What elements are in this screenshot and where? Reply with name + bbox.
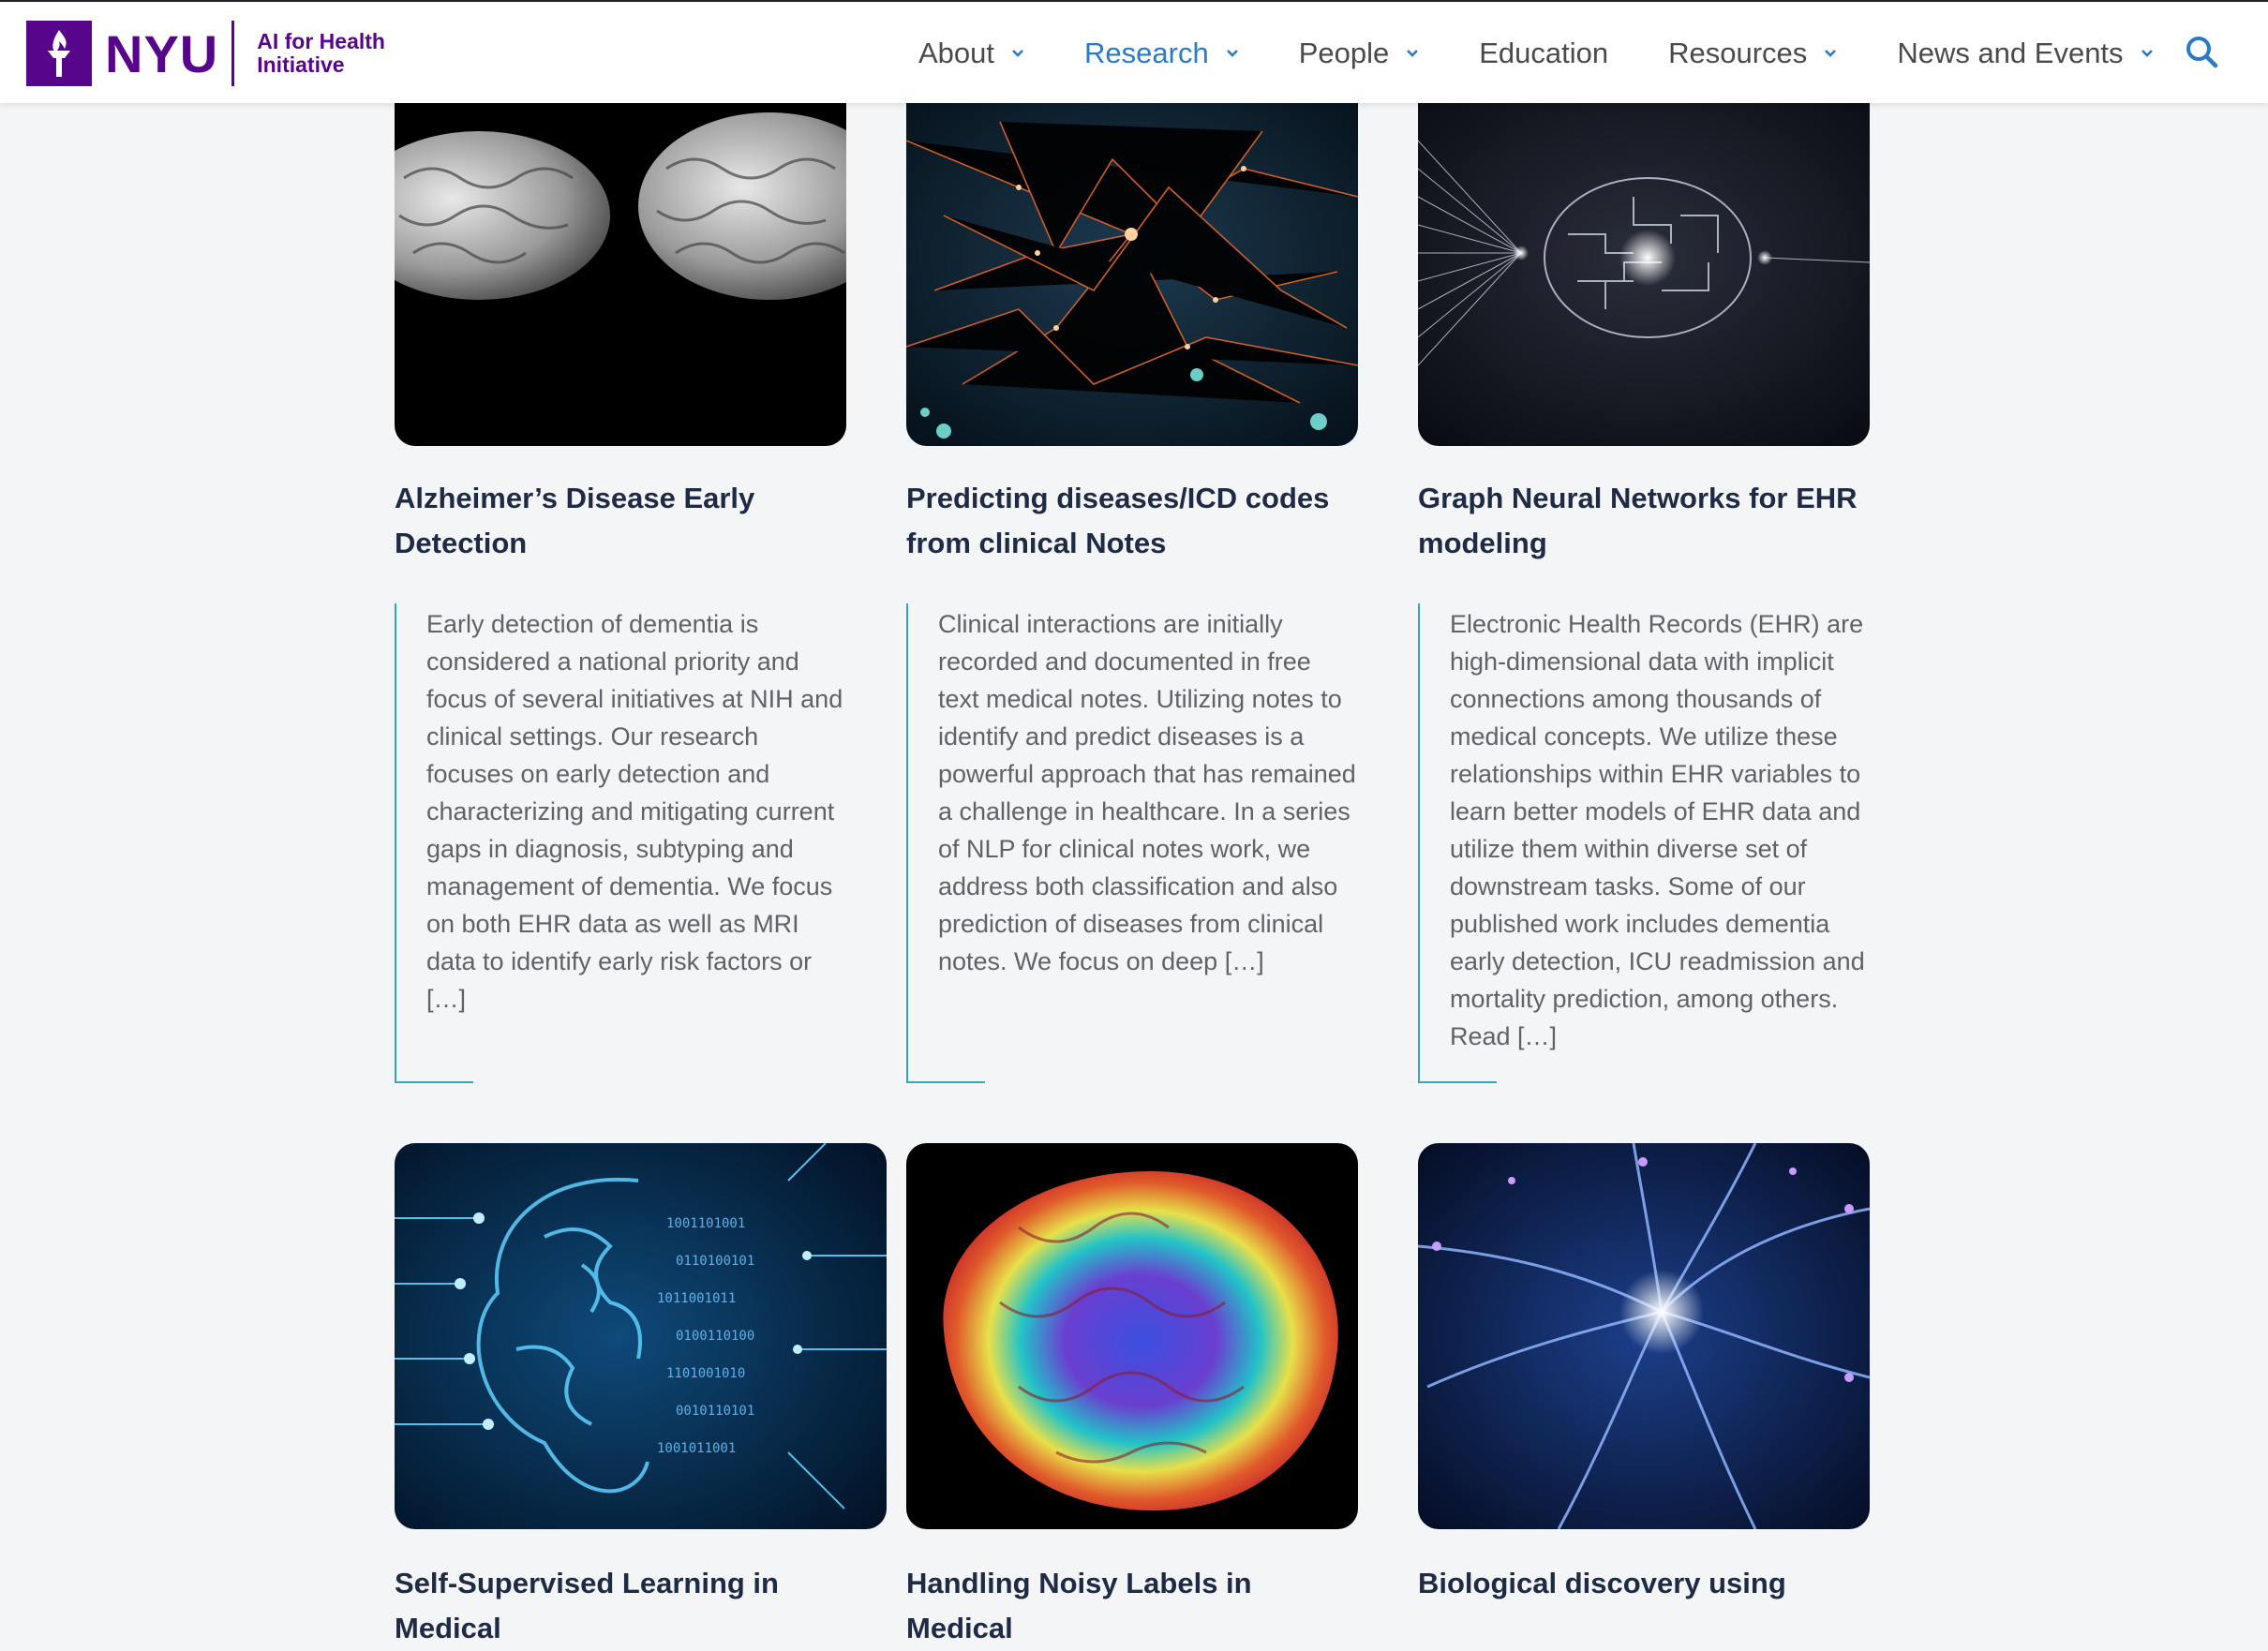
card-title[interactable]: Graph Neural Networks for EHR modeling bbox=[1418, 476, 1870, 566]
initiative-line2: Initiative bbox=[257, 52, 345, 77]
nav-item-resources[interactable]: Resources bbox=[1668, 37, 1837, 70]
card-title[interactable]: Biological discovery using bbox=[1418, 1561, 1870, 1606]
nav-item-about[interactable]: About bbox=[918, 37, 1024, 70]
chevron-down-icon bbox=[2141, 50, 2153, 57]
nav-item-people[interactable]: People bbox=[1299, 37, 1420, 70]
search-button[interactable] bbox=[2184, 34, 2221, 71]
card-image-link[interactable] bbox=[906, 103, 1358, 446]
card-description: Clinical interactions are initially reco… bbox=[906, 603, 1358, 1083]
logo-wordmark: NYU bbox=[105, 23, 219, 83]
card-image-link[interactable]: 1001101001 0110100101 1011001011 010011010… bbox=[395, 1143, 887, 1529]
svg-text:0010110101: 0010110101 bbox=[676, 1404, 754, 1419]
logo-divider bbox=[231, 21, 235, 86]
card-title[interactable]: Handling Noisy Labels in Medical bbox=[906, 1561, 1358, 1651]
svg-text:1001101001: 1001101001 bbox=[666, 1216, 745, 1231]
card-image-link[interactable] bbox=[1418, 1143, 1870, 1529]
card-title-line: Self-Supervised Learning in Medical bbox=[395, 1567, 779, 1644]
card-description: Early detection of dementia is considere… bbox=[395, 603, 846, 1083]
card-image-link[interactable] bbox=[1418, 103, 1870, 446]
card-title-line: Alzheimer’s Disease Early bbox=[395, 482, 755, 514]
site-header: NYU AI for Health Initiative About Resea… bbox=[0, 0, 2268, 103]
card-description-text: Electronic Health Records (EHR) are high… bbox=[1450, 610, 1865, 1050]
card-description-text: Clinical interactions are initially reco… bbox=[938, 610, 1356, 975]
network-graphic bbox=[906, 103, 1358, 446]
brain-heatmap-graphic bbox=[906, 1143, 1358, 1529]
description-underline bbox=[908, 1081, 985, 1083]
card-title[interactable]: Self-Supervised Learning in Medical bbox=[395, 1561, 887, 1651]
svg-text:0100110100: 0100110100 bbox=[676, 1329, 754, 1344]
card-title-line: from clinical Notes bbox=[906, 527, 1167, 559]
svg-text:0110100101: 0110100101 bbox=[676, 1254, 754, 1269]
site-logo[interactable]: NYU AI for Health Initiative bbox=[26, 21, 385, 86]
nav-item-news-and-events[interactable]: News and Events bbox=[1897, 37, 2153, 70]
chevron-down-icon bbox=[1226, 50, 1238, 57]
initiative-line1: AI for Health bbox=[257, 29, 385, 53]
card-title-line: Graph Neural Networks for EHR bbox=[1418, 482, 1858, 514]
brain-photo bbox=[395, 103, 846, 446]
card-title-line: modeling bbox=[1418, 527, 1547, 559]
card-title-line: Predicting diseases/ICD codes bbox=[906, 482, 1330, 514]
nav-label-education: Education bbox=[1479, 37, 1609, 69]
chevron-down-icon bbox=[1825, 50, 1837, 57]
svg-text:1011001011: 1011001011 bbox=[657, 1291, 736, 1306]
nav-label-news-and-events: News and Events bbox=[1897, 37, 2124, 69]
data-neuron-graphic bbox=[1418, 1143, 1870, 1529]
nav-item-research[interactable]: Research bbox=[1084, 37, 1239, 70]
card-image-link[interactable] bbox=[906, 1143, 1358, 1529]
initiative-name: AI for Health Initiative bbox=[257, 30, 385, 77]
svg-text:1001011001: 1001011001 bbox=[657, 1441, 736, 1456]
digital-brain-graphic: 1001101001 0110100101 1011001011 010011010… bbox=[395, 1143, 887, 1529]
search-icon bbox=[2186, 37, 2218, 68]
nav-label-about: About bbox=[918, 37, 995, 69]
card-title-line: Biological discovery using bbox=[1418, 1567, 1786, 1599]
main-nav: About Research People Education Resource… bbox=[918, 2, 2154, 105]
description-underline bbox=[1420, 1081, 1497, 1083]
card-title[interactable]: Predicting diseases/ICD codes from clini… bbox=[906, 476, 1358, 566]
card-description-text: Early detection of dementia is considere… bbox=[426, 610, 843, 1013]
nav-label-resources: Resources bbox=[1668, 37, 1808, 69]
card-description: Electronic Health Records (EHR) are high… bbox=[1418, 603, 1870, 1083]
card-title-line: Handling Noisy Labels in Medical bbox=[906, 1567, 1252, 1644]
nav-item-education[interactable]: Education bbox=[1479, 37, 1608, 70]
chevron-down-icon bbox=[1012, 50, 1023, 57]
card-title-line: Detection bbox=[395, 527, 528, 559]
chevron-down-icon bbox=[1407, 50, 1419, 57]
nav-label-people: People bbox=[1298, 37, 1390, 69]
description-underline bbox=[396, 1081, 473, 1083]
svg-text:1101001010: 1101001010 bbox=[666, 1366, 745, 1381]
nav-label-research: Research bbox=[1084, 37, 1209, 69]
card-title[interactable]: Alzheimer’s Disease Early Detection bbox=[395, 476, 846, 566]
nyu-torch-icon bbox=[26, 21, 92, 86]
card-image-link[interactable] bbox=[395, 103, 846, 446]
circuit-brain-graphic bbox=[1418, 103, 1870, 446]
